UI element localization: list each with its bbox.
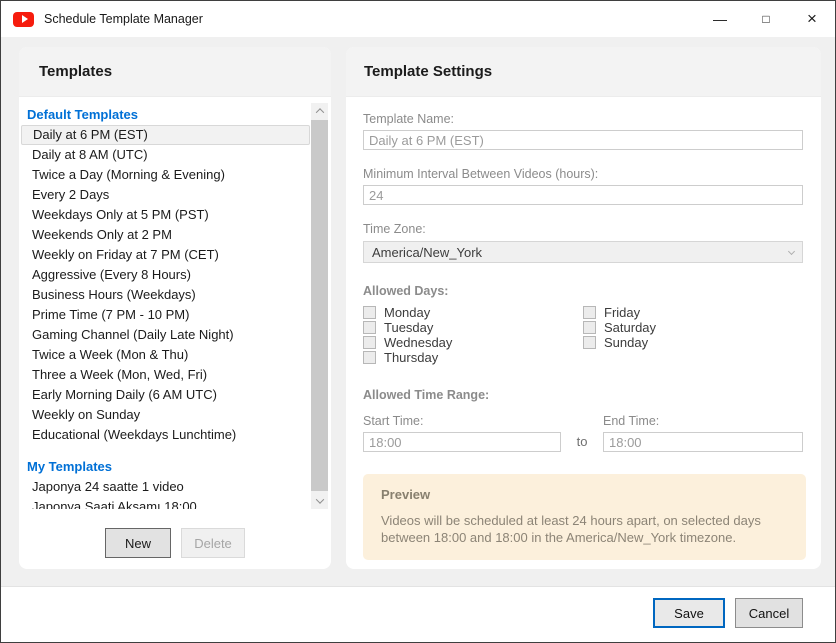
save-button[interactable]: Save [653,598,725,628]
end-time-group: End Time: [603,413,803,452]
template-list-item[interactable]: Educational (Weekdays Lunchtime) [21,425,310,445]
time-range-row: Start Time: to End Time: [363,413,803,452]
templates-section-header: My Templates [21,453,310,477]
allowed-days-label: Allowed Days: [363,283,804,299]
template-list-item[interactable]: Japonya Saati Akşamı 18:00 [21,497,310,509]
day-checkbox-row: Tuesday [363,320,583,335]
checkbox-unchecked-icon[interactable] [363,336,376,349]
cancel-button[interactable]: Cancel [735,598,803,628]
template-list-item[interactable]: Twice a Week (Mon & Thu) [21,345,310,365]
template-name-input[interactable] [363,130,803,150]
templates-buttons-row: New Delete [19,528,331,558]
time-range-label: Allowed Time Range: [363,387,804,403]
template-list-item[interactable]: Twice a Day (Morning & Evening) [21,165,310,185]
day-label: Sunday [604,335,648,350]
window-title: Schedule Template Manager [44,12,203,26]
template-list-item[interactable]: Weekly on Friday at 7 PM (CET) [21,245,310,265]
start-time-group: Start Time: [363,413,561,452]
checkbox-unchecked-icon[interactable] [363,306,376,319]
titlebar: Schedule Template Manager — □ × [1,1,835,37]
to-label: to [561,413,603,452]
youtube-icon [13,12,34,27]
template-settings-panel: Template Settings Template Name: Minimum… [346,47,821,569]
timezone-label: Time Zone: [363,221,804,237]
template-list-item[interactable]: Daily at 6 PM (EST) [21,125,310,145]
allowed-days-grid: MondayTuesdayWednesdayThursday FridaySat… [363,305,804,365]
settings-form: Template Name: Minimum Interval Between … [346,97,821,560]
delete-button: Delete [181,528,245,558]
preview-box: Preview Videos will be scheduled at leas… [363,474,806,560]
template-name-label: Template Name: [363,111,804,127]
end-time-label: End Time: [603,413,803,429]
day-label: Tuesday [384,320,433,335]
interval-label: Minimum Interval Between Videos (hours): [363,166,804,182]
chevron-down-icon [788,248,795,255]
checkbox-unchecked-icon[interactable] [363,351,376,364]
timezone-dropdown[interactable]: America/New_York [363,241,803,263]
day-checkbox-row: Friday [583,305,803,320]
start-time-label: Start Time: [363,413,561,429]
day-label: Wednesday [384,335,452,350]
end-time-input[interactable] [603,432,803,452]
templates-list: Default TemplatesDaily at 6 PM (EST)Dail… [21,103,310,509]
close-button[interactable]: × [789,1,835,37]
allowed-days-column-2: FridaySaturdaySunday [583,305,803,365]
templates-panel-title: Templates [19,47,331,97]
templates-section-header: Default Templates [21,103,310,125]
day-label: Monday [384,305,430,320]
interval-input[interactable] [363,185,803,205]
minimize-button[interactable]: — [697,1,743,37]
day-label: Thursday [384,350,438,365]
maximize-button[interactable]: □ [743,1,789,37]
template-list-item[interactable]: Weekdays Only at 5 PM (PST) [21,205,310,225]
day-checkbox-row: Thursday [363,350,583,365]
start-time-input[interactable] [363,432,561,452]
template-list-item[interactable]: Every 2 Days [21,185,310,205]
day-checkbox-row: Sunday [583,335,803,350]
day-checkbox-row: Monday [363,305,583,320]
checkbox-unchecked-icon[interactable] [583,321,596,334]
footer-bar: Save Cancel [1,586,835,642]
window-controls: — □ × [697,1,835,37]
template-list-item[interactable]: Weekends Only at 2 PM [21,225,310,245]
day-checkbox-row: Wednesday [363,335,583,350]
checkbox-unchecked-icon[interactable] [583,306,596,319]
templates-panel: Templates Default TemplatesDaily at 6 PM… [19,47,331,569]
scroll-up-icon[interactable] [311,103,328,119]
allowed-days-column-1: MondayTuesdayWednesdayThursday [363,305,583,365]
templates-scrollbar[interactable] [311,103,328,509]
scrollbar-thumb[interactable] [311,120,328,491]
template-list-item[interactable]: Daily at 8 AM (UTC) [21,145,310,165]
timezone-selected-value: America/New_York [372,245,482,260]
template-list-item[interactable]: Early Morning Daily (6 AM UTC) [21,385,310,405]
template-list-item[interactable]: Business Hours (Weekdays) [21,285,310,305]
template-list-item[interactable]: Three a Week (Mon, Wed, Fri) [21,365,310,385]
day-checkbox-row: Saturday [583,320,803,335]
play-triangle-icon [22,15,28,23]
template-list-item[interactable]: Weekly on Sunday [21,405,310,425]
new-button[interactable]: New [105,528,171,558]
day-label: Friday [604,305,640,320]
settings-panel-title: Template Settings [346,47,821,97]
day-label: Saturday [604,320,656,335]
schedule-template-manager-window: Schedule Template Manager — □ × Template… [0,0,836,643]
preview-text: Videos will be scheduled at least 24 hou… [381,512,788,546]
template-list-item[interactable]: Japonya 24 saatte 1 video [21,477,310,497]
template-list-item[interactable]: Prime Time (7 PM - 10 PM) [21,305,310,325]
template-list-item[interactable]: Aggressive (Every 8 Hours) [21,265,310,285]
template-list-item[interactable]: Gaming Channel (Daily Late Night) [21,325,310,345]
checkbox-unchecked-icon[interactable] [583,336,596,349]
preview-title: Preview [381,487,788,502]
checkbox-unchecked-icon[interactable] [363,321,376,334]
scroll-down-icon[interactable] [311,493,328,509]
